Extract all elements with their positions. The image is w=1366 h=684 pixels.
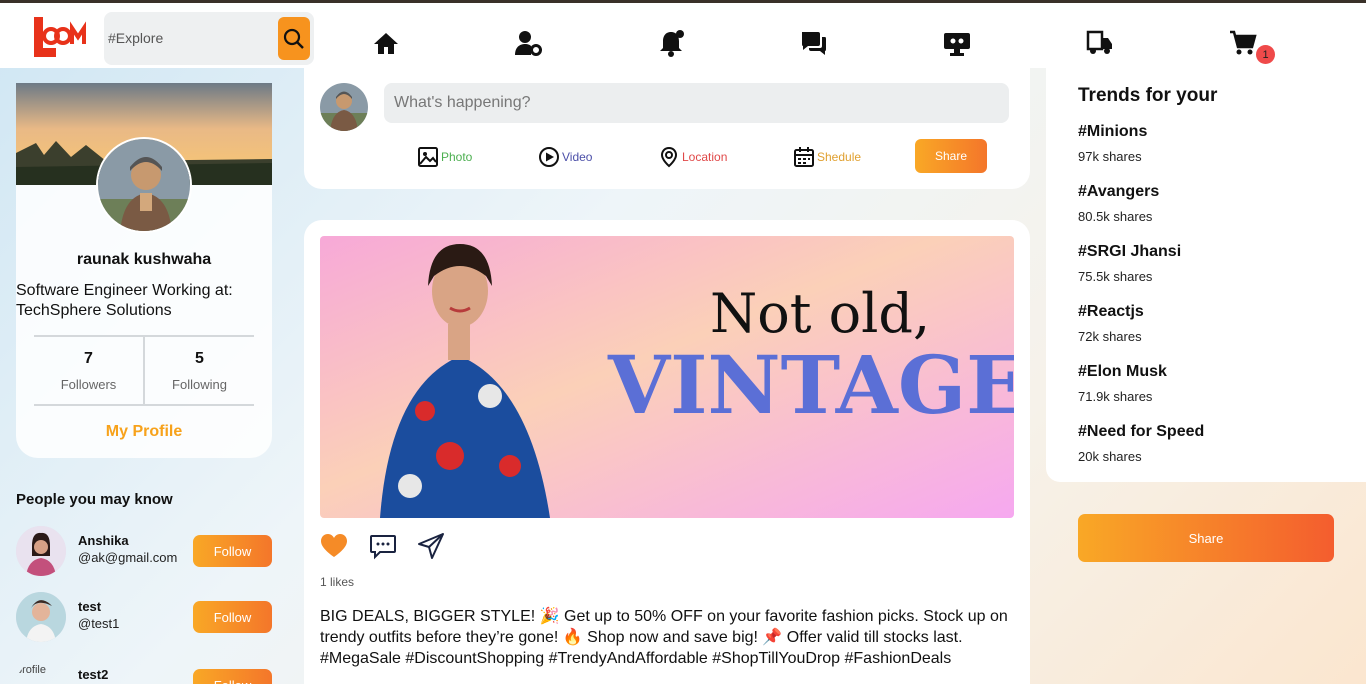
follow-button[interactable]: Follow xyxy=(193,669,272,684)
search-icon xyxy=(283,28,304,49)
profile-bio: Software Engineer Working at: TechSphere… xyxy=(16,282,233,319)
followers-stat[interactable]: 7 Followers xyxy=(34,337,145,404)
trend-shares: 72k shares xyxy=(1078,329,1142,344)
followers-label: Followers xyxy=(60,377,117,392)
search-button[interactable] xyxy=(278,17,310,60)
location-icon xyxy=(660,146,678,168)
trend-tag: #Need for Speed xyxy=(1078,423,1205,440)
app-logo[interactable] xyxy=(34,17,92,57)
trend-shares: 97k shares xyxy=(1078,149,1142,164)
broken-avatar-image[interactable]: profile xyxy=(16,660,66,684)
post-caption: BIG DEALS, BIGGER STYLE! 🎉 Get up to 50%… xyxy=(320,608,1008,667)
search-input[interactable] xyxy=(108,26,274,50)
trend-shares: 80.5k shares xyxy=(1078,209,1153,224)
profile-stats: 7 Followers 5 Following xyxy=(34,335,254,406)
avatar[interactable] xyxy=(16,592,66,642)
suggested-person: Anshika @ak@gmail.com Follow xyxy=(16,526,274,576)
avatar[interactable] xyxy=(320,83,368,131)
video-icon xyxy=(539,147,559,167)
share-icon-button[interactable] xyxy=(417,532,445,560)
video-label: Video xyxy=(562,150,593,164)
trend-tag: #SRGI Jhansi xyxy=(1078,243,1182,260)
post-input[interactable] xyxy=(384,83,1009,123)
trend-item[interactable]: #Avangers 80.5k shares xyxy=(1078,183,1159,224)
send-icon xyxy=(418,533,444,559)
delivery-truck-icon[interactable] xyxy=(1085,28,1115,58)
photo-icon xyxy=(418,147,438,167)
following-stat[interactable]: 5 Following xyxy=(145,337,254,404)
person-handle: @ak@gmail.com xyxy=(78,550,178,565)
comment-icon xyxy=(370,535,396,560)
trend-item[interactable]: #SRGI Jhansi 75.5k shares xyxy=(1078,243,1181,284)
profile-name: raunak kushwaha xyxy=(76,251,212,268)
home-icon[interactable] xyxy=(371,28,401,58)
notification-bell-icon[interactable] xyxy=(657,28,687,58)
share-post-button[interactable]: Share xyxy=(915,139,987,173)
people-you-may-know-title: People you may know xyxy=(16,491,173,508)
following-label: Following xyxy=(172,377,227,392)
avatar[interactable] xyxy=(16,526,66,576)
trends-title: Trends for your xyxy=(1078,85,1218,106)
person-name: Anshika xyxy=(78,533,129,548)
photo-option[interactable]: Photo xyxy=(417,146,472,168)
monitor-icon[interactable] xyxy=(942,28,972,58)
comment-button[interactable] xyxy=(369,532,397,560)
trend-item[interactable]: #Reactjs 72k shares xyxy=(1078,303,1144,344)
search-box xyxy=(104,12,314,65)
location-label: Location xyxy=(682,150,728,164)
trend-shares: 75.5k shares xyxy=(1078,269,1153,284)
following-count: 5 xyxy=(195,350,204,367)
location-option[interactable]: Location xyxy=(658,146,727,168)
navbar: 1 xyxy=(0,3,1366,68)
followers-count: 7 xyxy=(84,350,93,367)
share-button[interactable]: Share xyxy=(1078,514,1334,562)
cart-count-badge: 1 xyxy=(1256,45,1275,64)
user-settings-icon[interactable] xyxy=(513,28,543,58)
schedule-label: Shedule xyxy=(817,150,862,164)
photo-label: Photo xyxy=(441,150,473,164)
feed-post: Not old, VINTAGE. 1 likes BIG DEALS, BIG… xyxy=(304,220,1030,684)
follow-button[interactable]: Follow xyxy=(193,535,272,567)
trend-item[interactable]: #Need for Speed 20k shares xyxy=(1078,423,1204,464)
heart-icon xyxy=(321,534,347,557)
cart-icon[interactable] xyxy=(1228,28,1258,58)
like-button[interactable] xyxy=(320,532,348,560)
calendar-icon xyxy=(794,147,814,167)
suggested-person: test @test1 Follow xyxy=(16,592,274,642)
likes-count: 1 likes xyxy=(320,575,355,589)
trend-tag: #Minions xyxy=(1078,123,1148,140)
profile-card: raunak kushwaha Software Engineer Workin… xyxy=(16,83,272,458)
trend-tag: #Reactjs xyxy=(1078,303,1144,320)
my-profile-link[interactable]: My Profile xyxy=(16,423,272,441)
person-name: test2 xyxy=(78,667,109,682)
profile-avatar[interactable] xyxy=(96,137,192,233)
trend-item[interactable]: #Elon Musk 71.9k shares xyxy=(1078,363,1167,404)
follow-button[interactable]: Follow xyxy=(193,601,272,633)
video-option[interactable]: Video xyxy=(538,146,592,168)
post-image-text-line2: VINTAGE. xyxy=(608,338,1014,432)
post-image-text-line1: Not old, xyxy=(710,282,931,345)
trends-panel: Trends for your #Minions 97k shares #Ava… xyxy=(1046,68,1366,482)
post-composer: Photo Video Location Shedule Share xyxy=(304,68,1030,189)
post-image[interactable]: Not old, VINTAGE. xyxy=(320,236,1014,518)
trend-item[interactable]: #Minions 97k shares xyxy=(1078,123,1147,164)
person-handle: @test1 xyxy=(78,616,120,631)
chat-icon[interactable] xyxy=(799,28,829,58)
trend-shares: 71.9k shares xyxy=(1078,389,1153,404)
trend-tag: #Elon Musk xyxy=(1078,363,1167,380)
suggested-person: profile test2 Follow xyxy=(16,660,274,684)
schedule-option[interactable]: Shedule xyxy=(793,146,861,168)
person-name: test xyxy=(78,599,102,614)
trend-tag: #Avangers xyxy=(1078,183,1160,200)
trend-shares: 20k shares xyxy=(1078,449,1142,464)
